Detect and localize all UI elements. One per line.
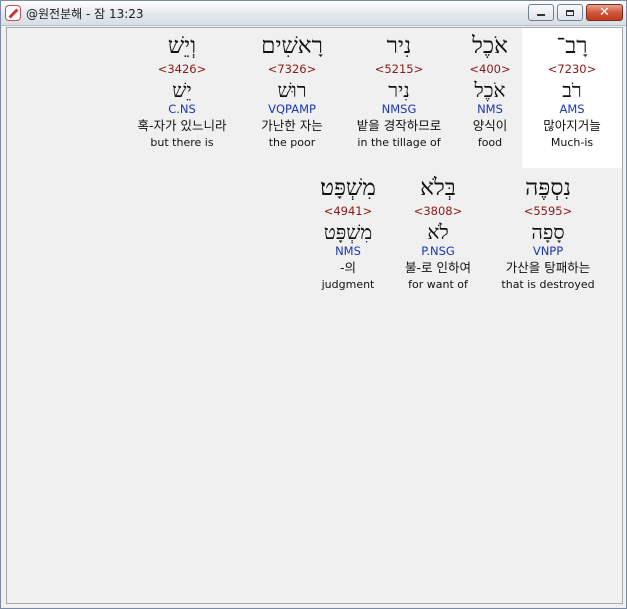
strong-number[interactable]: <5215> [349,61,449,77]
hebrew-lemma: לֹא [427,220,449,244]
english-gloss: food [477,136,503,149]
hebrew-word: וְיֵשׁ [167,33,197,59]
english-gloss: judgment [321,278,375,291]
minimize-icon [537,13,545,16]
parsing-code: C.NS [168,102,196,116]
close-icon: ✕ [599,5,610,20]
hebrew-word: בְּלֹא [420,175,456,201]
hebrew-word: אֹכֶל [472,33,508,59]
korean-gloss: 양식이 [472,118,508,133]
word-block[interactable]: אֹכֶל <400> אֹכֶל NMS 양식이 food [440,28,540,150]
hebrew-lemma: רוּשׁ [277,78,307,102]
strong-number[interactable]: <4941> [298,203,398,219]
strong-number[interactable]: <5595> [498,203,598,219]
parsing-code: NMS [477,102,503,116]
parsing-code: VNPP [532,244,564,258]
strong-number[interactable]: <3426> [132,61,232,77]
korean-gloss: 혹-자가 있느니라 [137,118,227,133]
strong-number[interactable]: <400> [440,61,540,77]
hebrew-lemma: נִיר [388,78,410,102]
english-gloss: but there is [150,136,214,149]
maximize-button[interactable] [557,4,583,21]
english-gloss: the poor [268,136,316,149]
korean-gloss: 밭을 경작하므로 [356,118,442,133]
app-icon[interactable] [5,5,21,21]
korean-gloss: 불-로 인하여 [405,260,471,275]
strong-number[interactable]: <7326> [242,61,342,77]
word-block[interactable]: בְּלֹא <3808> לֹא P.NSG 불-로 인하여 for want… [388,170,488,292]
hebrew-word: מִשְׁפָּט׃ [320,175,376,201]
hebrew-word: נִיר [386,33,412,59]
title-bar[interactable]: @원전분해 - 잠 13:23 ✕ [1,1,626,26]
korean-gloss: 가난한 자는 [261,118,323,133]
hebrew-lemma: אֹכֶל [474,78,506,102]
english-gloss: in the tillage of [357,136,441,149]
close-button[interactable]: ✕ [586,4,623,21]
word-block[interactable]: וְיֵשׁ <3426> יֵשׁ C.NS 혹-자가 있느니라 but th… [132,28,232,150]
hebrew-lemma: יֵשׁ [172,78,192,102]
strong-number[interactable]: <3808> [388,203,488,219]
maximize-icon [566,9,574,16]
hebrew-lemma: מִשְׁפָּט [323,220,373,244]
hebrew-lemma: סָפָה [531,220,565,244]
word-block[interactable]: נִיר <5215> נִיר NMSG 밭을 경작하므로 in the ti… [349,28,449,150]
parsing-code: NMS [335,244,361,258]
korean-gloss: -의 [339,260,356,275]
word-block[interactable]: נִסְפֶּה <5595> סָפָה VNPP 가산을 탕패하는 that… [498,170,598,292]
english-gloss: for want of [408,278,468,291]
parsing-code: NMSG [381,102,417,116]
word-block[interactable]: מִשְׁפָּט׃ <4941> מִשְׁפָּט NMS -의 judgm… [298,170,398,292]
parsing-code: VQPAMP [268,102,316,116]
minimize-button[interactable] [528,4,554,21]
hebrew-word: רָאשִׁים [261,33,323,59]
window-title: @원전분해 - 잠 13:23 [26,7,144,21]
parsing-code: P.NSG [421,244,455,258]
hebrew-word: נִסְפֶּה [525,175,571,201]
english-gloss: that is destroyed [501,278,595,291]
app-window: @원전분해 - 잠 13:23 ✕ רָב־ <7230> רֹב AMS 많아… [0,0,627,609]
interlinear-panel[interactable]: רָב־ <7230> רֹב AMS 많아지거늘 Much-is אֹכֶל … [6,27,623,604]
korean-gloss: 가산을 탕패하는 [505,260,591,275]
word-block[interactable]: רָאשִׁים <7326> רוּשׁ VQPAMP 가난한 자는 the … [242,28,342,150]
